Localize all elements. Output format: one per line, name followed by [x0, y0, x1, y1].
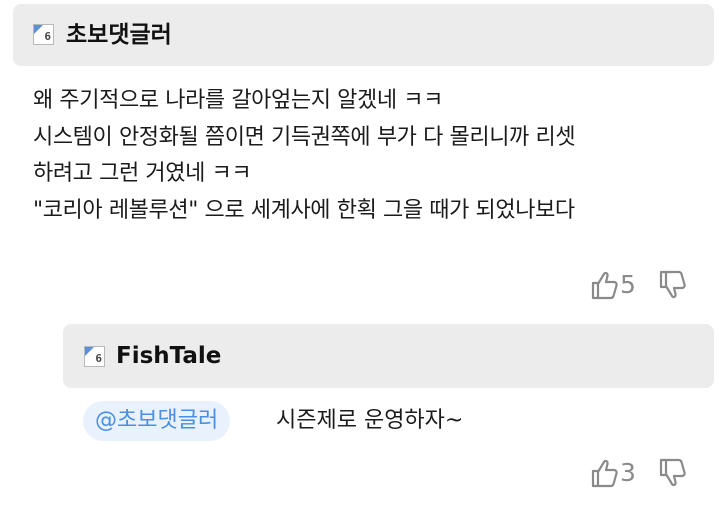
- comment-line: 하려고 그런 거였네 ㅋㅋ: [33, 161, 252, 186]
- thumbs-up-icon[interactable]: [590, 458, 618, 488]
- thumbs-down-icon[interactable]: [658, 458, 686, 488]
- level-badge-icon: 6: [84, 346, 105, 367]
- comment-line: "코리아 레볼루션" 으로 세계사에 한획 그을 때가 되었나보다: [33, 197, 575, 223]
- reply-header: 6 FishTale: [63, 324, 714, 388]
- level-badge-icon: 6: [33, 24, 54, 45]
- comment-line: 시스템이 안정화될 쯤이면 기득권쪽에 부가 다 몰리니까 리셋: [33, 124, 576, 150]
- comment-votes: 5: [590, 270, 686, 300]
- comment-body: 왜 주기적으로 나라를 갈아엎는지 알겠네 ㅋㅋ 시스템이 안정화될 쯤이면 기…: [33, 83, 713, 229]
- thumbs-down-icon[interactable]: [658, 270, 686, 300]
- comment-author[interactable]: 초보댓글러: [66, 20, 172, 50]
- like-count: 5: [620, 270, 636, 299]
- reply-author[interactable]: FishTale: [116, 341, 221, 371]
- like-count: 3: [620, 458, 636, 487]
- mention-tag[interactable]: @초보댓글러: [83, 401, 231, 441]
- comment-line: 왜 주기적으로 나라를 갈아엎는지 알겠네 ㅋㅋ: [33, 88, 443, 113]
- reply-text: 시즌제로 운영하자~: [276, 408, 464, 433]
- reply-votes: 3: [590, 458, 686, 488]
- thumbs-up-icon[interactable]: [590, 270, 618, 300]
- comment-header: 6 초보댓글러: [13, 4, 714, 66]
